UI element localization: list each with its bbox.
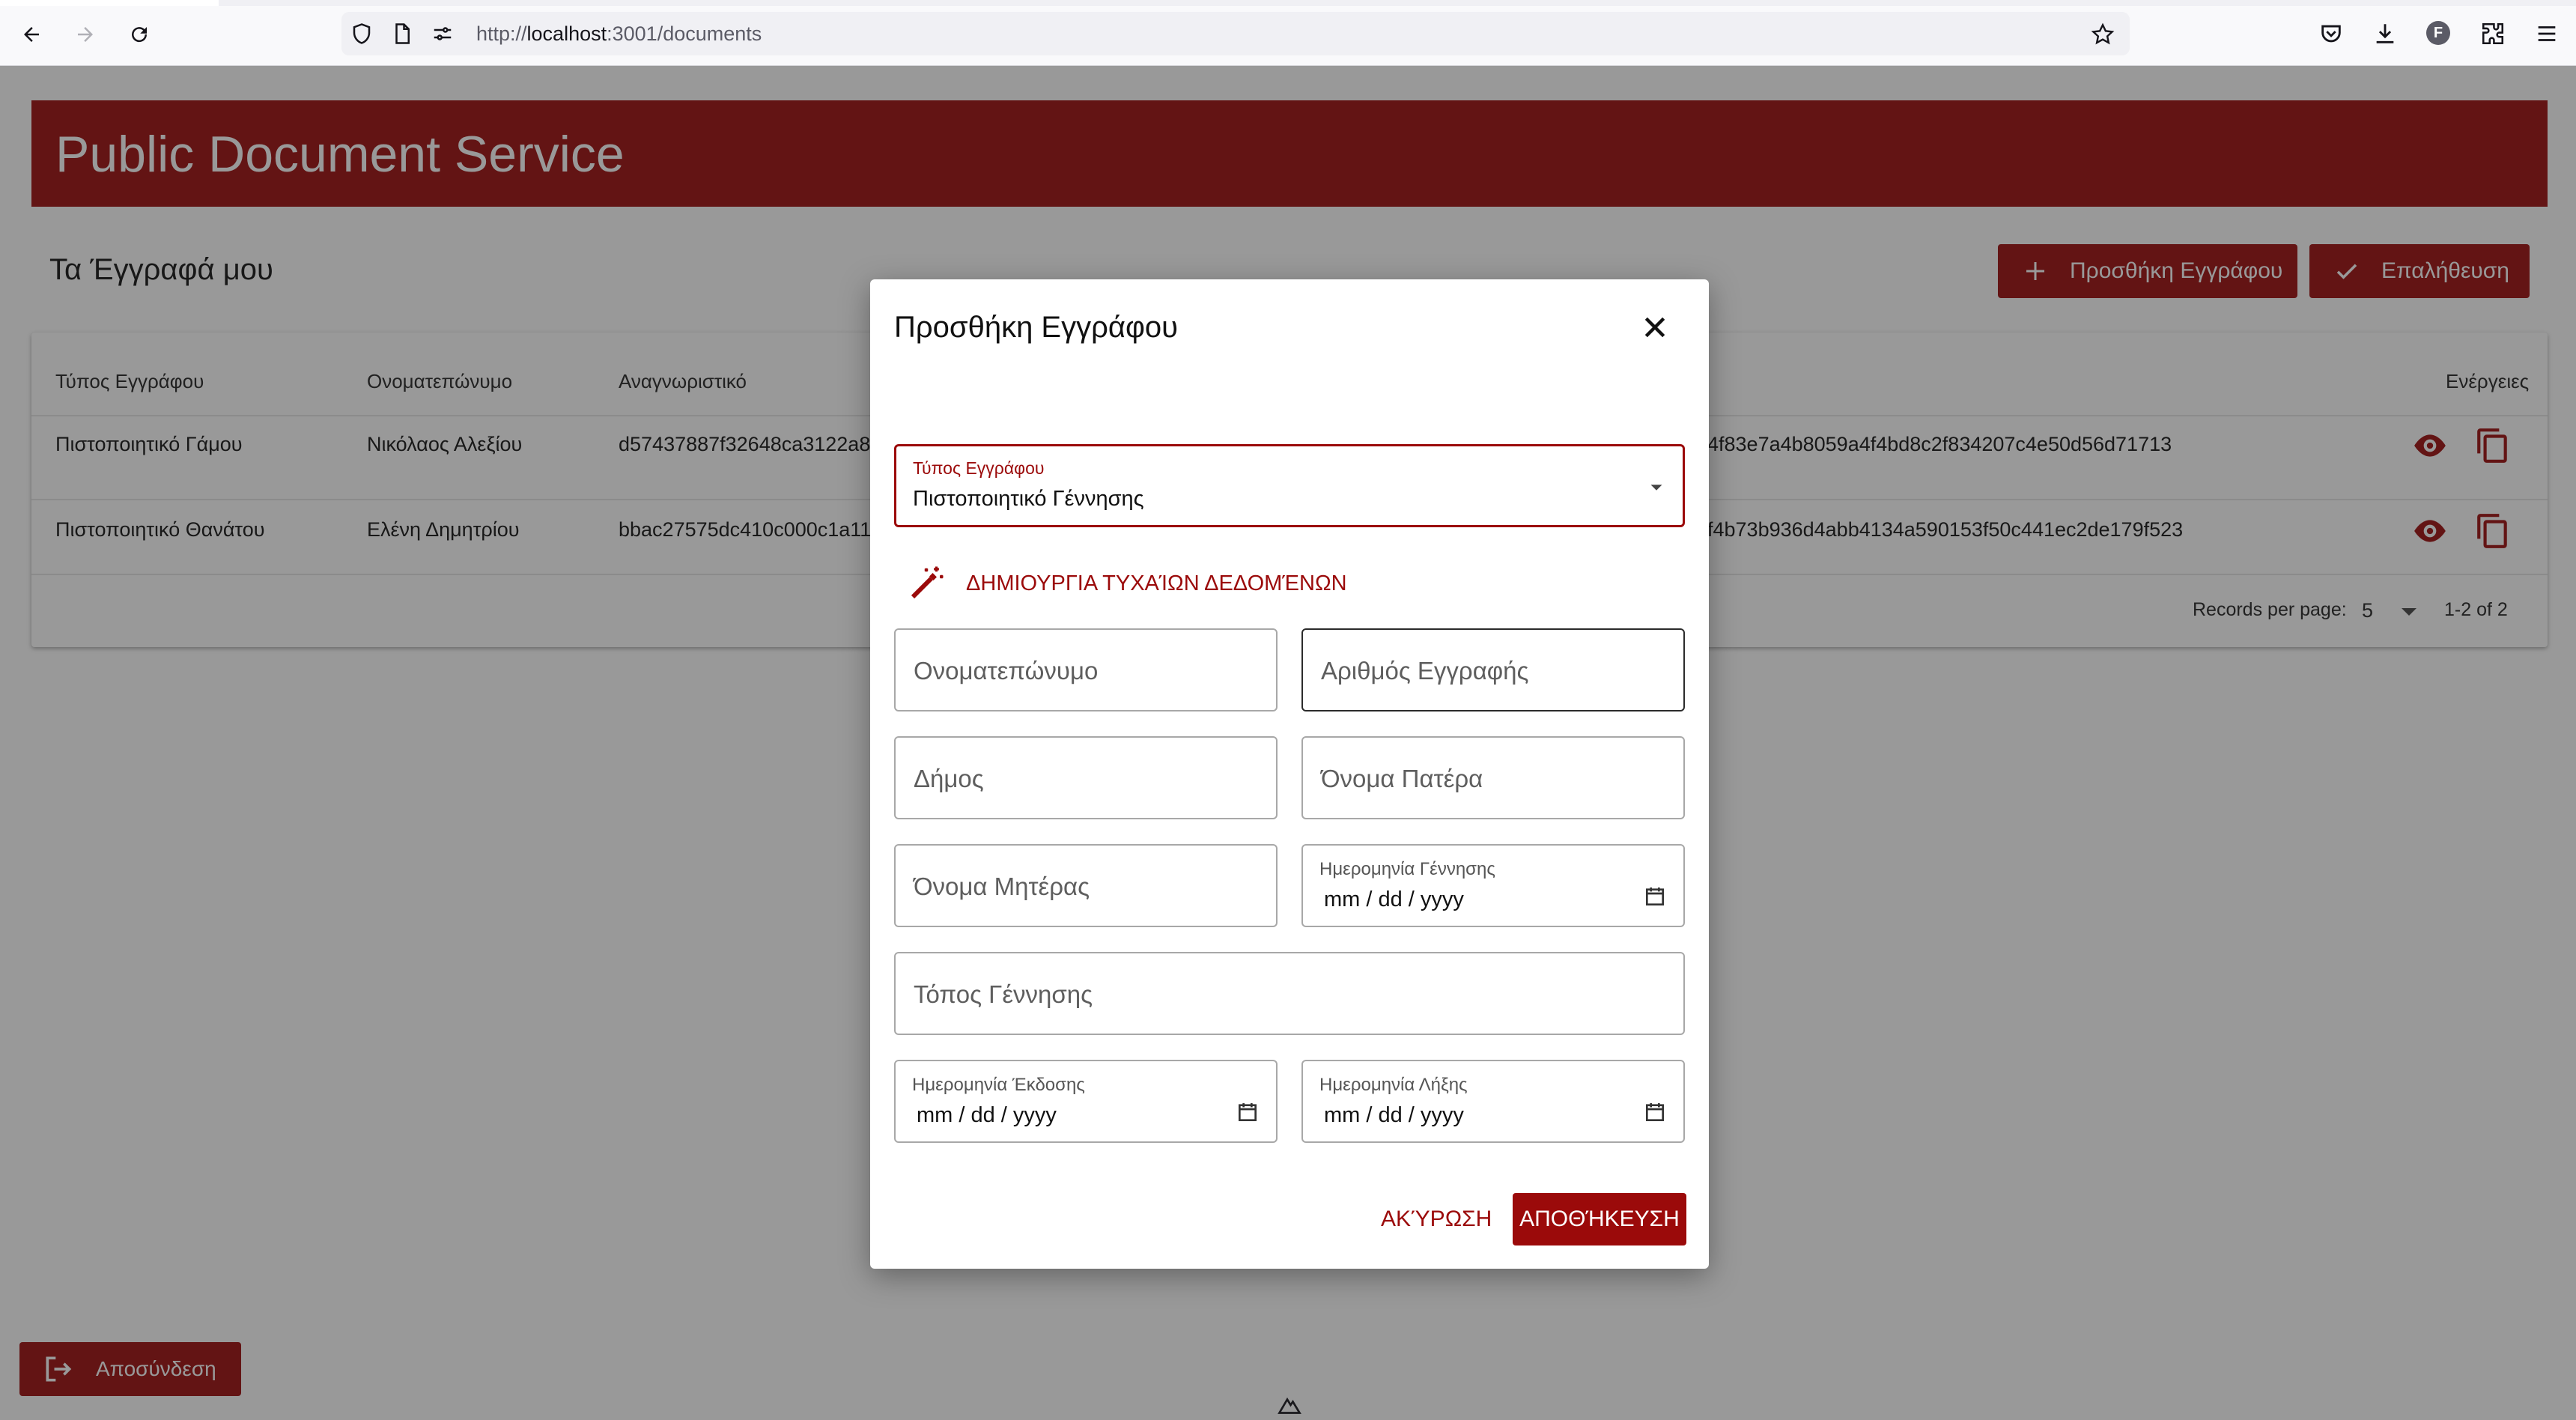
app-page: Public Document Service Τα Έγγραφά μου Π… [0, 66, 2576, 1420]
mother-name-placeholder: Όνομα Μητέρας [914, 873, 1090, 900]
generate-random-data-button[interactable]: ΔΗΜΙΟΥΡΓΙΑ ΤΥΧΑΊΩΝ ΔΕΔΟΜΈΝΩΝ [906, 562, 1347, 604]
extensions-icon[interactable] [2480, 21, 2506, 46]
tab-strip [0, 0, 2576, 6]
profile-avatar[interactable]: F [2426, 21, 2450, 45]
birth-date-value: mm / dd / yyyy [1324, 888, 1464, 911]
reload-button[interactable] [123, 18, 156, 51]
mother-name-field[interactable]: Όνομα Μητέρας [894, 844, 1278, 927]
document-type-select[interactable]: Τύπος Εγγράφου Πιστοποιητικό Γέννησης [894, 444, 1685, 527]
issue-date-value: mm / dd / yyyy [917, 1103, 1057, 1127]
calendar-icon[interactable] [1236, 1100, 1260, 1124]
issue-date-label: Ημερομηνία Έκδοσης [912, 1075, 1085, 1095]
shield-icon[interactable] [350, 22, 373, 45]
document-type-value: Πιστοποιητικό Γέννησης [913, 487, 1144, 511]
expiry-date-field[interactable]: Ημερομηνία Λήξης mm / dd / yyyy [1301, 1060, 1685, 1143]
pocket-icon[interactable] [2318, 21, 2344, 46]
municipality-placeholder: Δήμος [914, 765, 984, 792]
birth-date-label: Ημερομηνία Γέννησης [1319, 859, 1495, 879]
bookmark-star-icon[interactable] [2091, 22, 2115, 46]
full-name-placeholder: Ονοματεπώνυμο [914, 657, 1099, 685]
back-button[interactable] [15, 18, 48, 51]
forward-arrow-icon [78, 27, 93, 42]
father-name-placeholder: Όνομα Πατέρα [1321, 765, 1483, 792]
downloads-icon[interactable] [2372, 21, 2398, 46]
chevron-down-icon [1650, 485, 1662, 491]
close-icon [1644, 317, 1665, 338]
expiry-date-value: mm / dd / yyyy [1324, 1103, 1464, 1127]
full-name-field[interactable]: Ονοματεπώνυμο [894, 628, 1278, 711]
registration-number-placeholder: Αριθμός Εγγραφής [1321, 657, 1529, 685]
forward-button[interactable] [69, 18, 102, 51]
cancel-button[interactable]: ΑΚΎΡΩΣΗ [1381, 1193, 1492, 1245]
father-name-field[interactable]: Όνομα Πατέρα [1301, 736, 1685, 819]
birth-place-field[interactable]: Τόπος Γέννησης [894, 952, 1685, 1035]
page-icon[interactable] [391, 22, 413, 45]
url-text[interactable]: http://localhost:3001/documents [476, 22, 762, 45]
save-button[interactable]: ΑΠΟΘΉΚΕΥΣΗ [1513, 1193, 1686, 1245]
document-type-label: Τύπος Εγγράφου [913, 458, 1045, 478]
reload-icon [132, 27, 148, 43]
site-permissions-icon[interactable] [431, 22, 454, 45]
dialog-title: Προσθήκη Εγγράφου [894, 311, 1179, 344]
browser-toolbar: http://localhost:3001/documents F [0, 0, 2576, 66]
birth-date-field[interactable]: Ημερομηνία Γέννησης mm / dd / yyyy [1301, 844, 1685, 927]
back-arrow-icon [24, 27, 39, 42]
magic-wand-icon [911, 566, 944, 599]
issue-date-field[interactable]: Ημερομηνία Έκδοσης mm / dd / yyyy [894, 1060, 1278, 1143]
birth-place-placeholder: Τόπος Γέννησης [914, 980, 1093, 1008]
registration-number-field[interactable]: Αριθμός Εγγραφής [1301, 628, 1685, 711]
calendar-icon[interactable] [1643, 885, 1667, 908]
address-bar[interactable]: http://localhost:3001/documents [341, 12, 2130, 55]
dialog-close-button[interactable] [1637, 309, 1673, 345]
active-tab[interactable] [0, 0, 219, 6]
menu-icon[interactable] [2534, 21, 2560, 46]
calendar-icon[interactable] [1643, 1100, 1667, 1124]
expiry-date-label: Ημερομηνία Λήξης [1319, 1075, 1468, 1095]
add-document-dialog: Προσθήκη Εγγράφου Τύπος Εγγράφου Πιστοπο… [870, 279, 1709, 1269]
generate-random-data-label: ΔΗΜΙΟΥΡΓΙΑ ΤΥΧΑΊΩΝ ΔΕΔΟΜΈΝΩΝ [966, 571, 1347, 595]
municipality-field[interactable]: Δήμος [894, 736, 1278, 819]
